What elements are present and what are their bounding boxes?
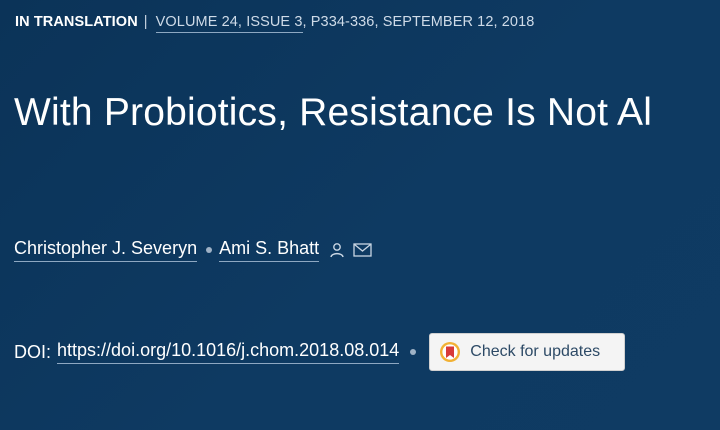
issue-link[interactable]: VOLUME 24, ISSUE 3 [155, 14, 303, 33]
check-for-updates-button[interactable]: Check for updates [429, 333, 626, 371]
author-separator [206, 247, 213, 253]
doi-row: DOI: https://doi.org/10.1016/j.chom.2018… [14, 333, 626, 371]
doi-link[interactable]: https://doi.org/10.1016/j.chom.2018.08.0… [57, 340, 400, 364]
doi-separator [410, 349, 417, 355]
mail-icon[interactable] [353, 243, 372, 257]
article-meta-line: IN TRANSLATION | VOLUME 24, ISSUE 3, P334-… [15, 14, 535, 33]
article-title: With Probiotics, Resistance Is Not Al [14, 91, 653, 134]
doi-label: DOI: [14, 341, 52, 362]
crossmark-icon [439, 341, 461, 363]
meta-divider: | [143, 14, 148, 30]
pages-and-date: , P334-336, SEPTEMBER 12, 2018 [302, 14, 535, 30]
check-for-updates-label: Check for updates [470, 343, 601, 360]
author-link-bhatt[interactable]: Ami S. Bhatt [219, 238, 320, 262]
author-list: Christopher J. Severyn Ami S. Bhatt [14, 238, 372, 262]
person-icon[interactable] [329, 242, 345, 258]
author-link-severyn[interactable]: Christopher J. Severyn [14, 238, 198, 262]
section-label: IN TRANSLATION [15, 14, 138, 30]
